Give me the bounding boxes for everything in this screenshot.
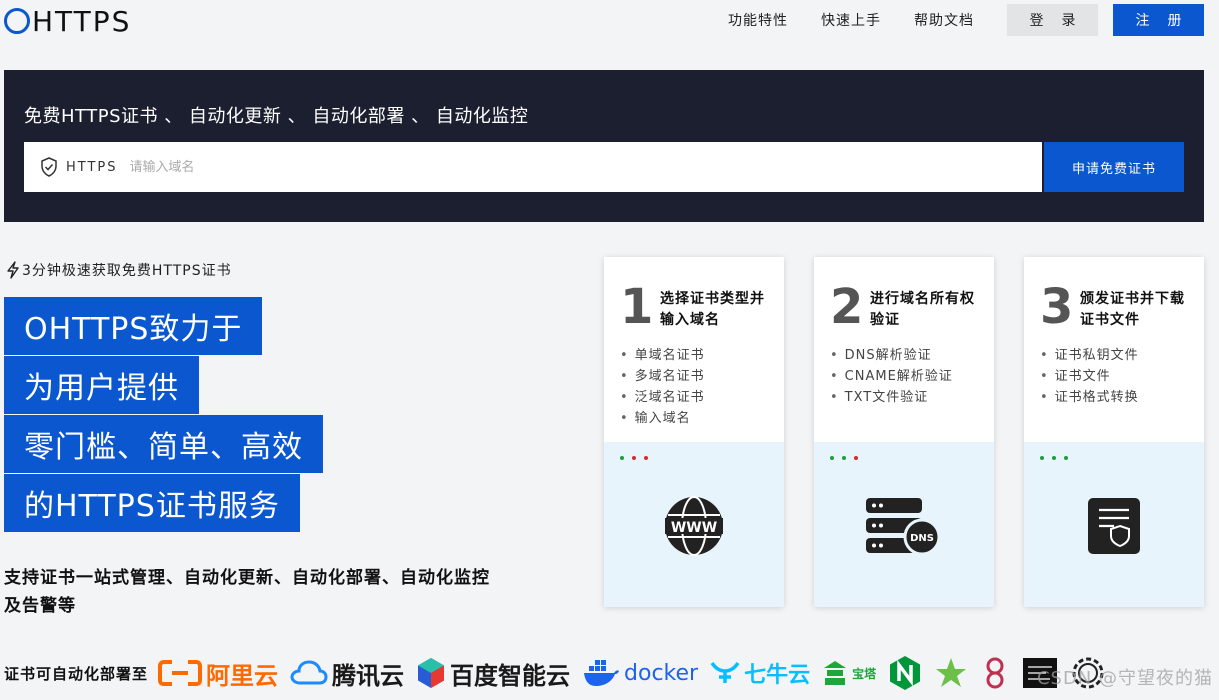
tencent-cloud-logo-icon (290, 660, 328, 685)
list-item: 证书私钥文件 (1040, 345, 1139, 366)
dot-red (632, 456, 636, 460)
dns-server-icon: DNS (866, 498, 940, 556)
nav-features[interactable]: 功能特性 (728, 10, 788, 30)
list-item: TXT文件验证 (830, 387, 953, 408)
list-item: 输入域名 (620, 408, 705, 429)
aliyun-logo-icon (158, 660, 203, 686)
partner-name: 宝塔 (852, 666, 877, 681)
nav-quickstart[interactable]: 快速上手 (821, 10, 881, 30)
site-logo[interactable]: HTTPS (4, 4, 131, 38)
baota-logo-icon (824, 661, 847, 685)
apply-free-cert-button[interactable]: 申请免费证书 (1044, 142, 1184, 192)
logo-text: HTTPS (32, 4, 132, 38)
list-item: 证书文件 (1040, 366, 1139, 387)
list-item: 泛域名证书 (620, 387, 705, 408)
svg-text:WWW: WWW (671, 520, 717, 536)
step-card-illustration: WWW (604, 442, 784, 607)
step-card-2: 2 进行域名所有权验证 DNS解析验证 CNAME解析验证 TXT文件验证 DN… (814, 257, 994, 607)
subtag: 3分钟极速获取免费HTTPS证书 (6, 260, 232, 280)
partner-pink-knot (980, 656, 1010, 690)
logo-ring-icon (4, 8, 30, 34)
step-title: 选择证书类型并输入域名 (660, 291, 765, 328)
dot-green (842, 456, 846, 460)
knot-logo-icon (986, 657, 1004, 689)
step-number: 2 (830, 279, 864, 335)
nginx-logo-icon (890, 656, 921, 690)
partners-label: 证书可自动化部署至 (4, 664, 149, 683)
step-card-illustration: DNS (814, 442, 994, 607)
list-item: 多域名证书 (620, 366, 705, 387)
partner-name: 七牛云 (744, 663, 811, 688)
headline-line-4: 的HTTPS证书服务 (4, 474, 300, 532)
login-button[interactable]: 登录 (1007, 4, 1098, 36)
step-card-3: 3 颁发证书并下载证书文件 证书私钥文件 证书文件 证书格式转换 (1024, 257, 1204, 607)
svg-text:DNS: DNS (910, 533, 934, 544)
support-text: 支持证书一站式管理、自动化更新、自动化部署、自动化监控及告警等 (4, 568, 490, 616)
www-globe-icon: WWW (665, 496, 723, 556)
top-nav: 功能特性 快速上手 帮助文档 登录 注册 (728, 4, 1219, 36)
register-button[interactable]: 注册 (1113, 4, 1204, 36)
list-item: DNS解析验证 (830, 345, 953, 366)
partner-green-star (934, 656, 968, 690)
headline-line-1: OHTTPS致力于 (4, 297, 263, 355)
window-dots (620, 456, 648, 460)
partner-docker: docker (582, 658, 698, 688)
step-list: 单域名证书 多域名证书 泛域名证书 输入域名 (620, 345, 705, 429)
lightning-icon (7, 261, 19, 279)
step-list: 证书私钥文件 证书文件 证书格式转换 (1040, 345, 1139, 408)
dot-green (830, 456, 834, 460)
headline-line-2: 为用户提供 (4, 356, 199, 414)
step-card-illustration (1024, 442, 1204, 607)
certificate-file-icon (1088, 498, 1140, 554)
partner-tencent: 腾讯云 (290, 656, 404, 691)
list-item: 证书格式转换 (1040, 387, 1139, 408)
step-number: 3 (1040, 279, 1074, 335)
shield-check-icon (41, 157, 57, 177)
window-dots (1040, 456, 1068, 460)
step-title: 进行域名所有权验证 (870, 291, 975, 328)
partner-name: 腾讯云 (332, 661, 405, 690)
step-list: DNS解析验证 CNAME解析验证 TXT文件验证 (830, 345, 953, 408)
partner-qiniu: 七牛云 (710, 657, 810, 689)
csdn-watermark: CSDN @守望夜的猫 (1036, 668, 1213, 689)
green-star-logo-icon (936, 658, 967, 687)
partner-name: docker (624, 660, 699, 686)
headline-line-3: 零门槛、简单、高效 (4, 415, 323, 473)
input-prefix: HTTPS (66, 159, 118, 175)
dot-green (1064, 456, 1068, 460)
docker-whale-icon (584, 660, 620, 686)
window-dots (830, 456, 858, 460)
list-item: 单域名证书 (620, 345, 705, 366)
step-card-1: 1 选择证书类型并输入域名 单域名证书 多域名证书 泛域名证书 输入域名 WWW (604, 257, 784, 607)
partners-row: 证书可自动化部署至 阿里云 腾讯云 百度智能云 docker 七牛云 宝塔 (4, 650, 1118, 696)
domain-input-box[interactable]: HTTPS (24, 142, 1042, 192)
dot-red (854, 456, 858, 460)
step-number: 1 (620, 279, 654, 335)
baidu-cloud-logo-icon (418, 658, 445, 688)
dot-green (620, 456, 624, 460)
step-title: 颁发证书并下载证书文件 (1080, 291, 1185, 328)
domain-input[interactable] (129, 152, 1042, 182)
dot-red (644, 456, 648, 460)
hero-tagline: 免费HTTPS证书 、 自动化更新 、 自动化部署 、 自动化监控 (24, 106, 529, 127)
partner-baidu: 百度智能云 (416, 656, 570, 691)
partner-name: 百度智能云 (450, 661, 571, 690)
list-item: CNAME解析验证 (830, 366, 953, 387)
nav-docs[interactable]: 帮助文档 (914, 10, 974, 30)
hero-banner: 免费HTTPS证书 、 自动化更新 、 自动化部署 、 自动化监控 HTTPS … (4, 70, 1204, 222)
partner-aliyun: 阿里云 (158, 656, 278, 691)
dot-green (1052, 456, 1056, 460)
subtag-text: 3分钟极速获取免费HTTPS证书 (22, 263, 232, 279)
qiniu-logo-icon (710, 661, 740, 683)
partner-nginx (888, 655, 922, 691)
dot-green (1040, 456, 1044, 460)
partner-name: 阿里云 (206, 661, 279, 690)
partner-baota: 宝塔 (822, 659, 876, 687)
